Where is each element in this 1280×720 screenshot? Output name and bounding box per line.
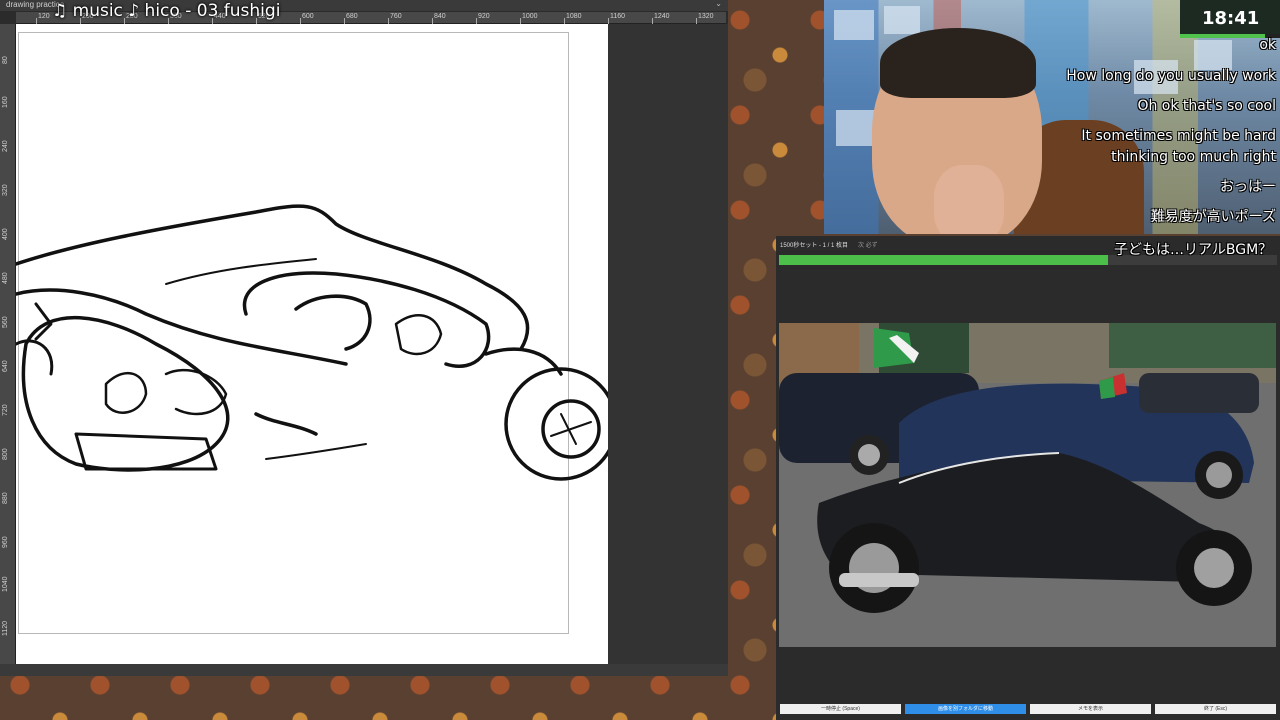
- ruler-label: 800: [2, 448, 9, 460]
- music-now-playing: ♫ music ♪ hico - 03 fushigi: [52, 1, 281, 21]
- streamer-hair: [880, 28, 1036, 98]
- move-image-button[interactable]: 画像を別フォルダに移動: [905, 704, 1026, 714]
- stream-stage: drawing practice ⌄ 120 200 280 360 440 520 600…: [0, 0, 1280, 720]
- chat-message: 難易度が高いポーズ: [1150, 209, 1276, 225]
- ruler-label: 160: [2, 96, 9, 108]
- reference-car-photo: [779, 323, 1276, 647]
- ruler-label: 240: [2, 140, 9, 152]
- chat-message: How long do you usually work: [1066, 68, 1276, 84]
- car-sketch: [16, 204, 608, 481]
- chat-message: ok: [1259, 37, 1276, 53]
- ruler-label: 1120: [2, 620, 9, 636]
- ruler-label: 880: [2, 492, 9, 504]
- ruler-label: 1040: [2, 576, 9, 592]
- ruler-label: 560: [2, 316, 9, 328]
- reference-photo: [779, 323, 1276, 647]
- ruler-label: 120: [38, 13, 50, 20]
- ruler-label: 680: [346, 13, 358, 20]
- ruler-label: 920: [478, 13, 490, 20]
- ruler-label: 1320: [698, 13, 714, 20]
- timer-progress-fill: [1180, 34, 1265, 38]
- canvas-area[interactable]: [16, 24, 728, 664]
- chat-overlay-message: 子どもは…リアルBGM？: [1114, 242, 1273, 258]
- ruler-label: 320: [2, 184, 9, 196]
- show-memo-button[interactable]: メモを表示: [1030, 704, 1151, 714]
- ruler-label: 1160: [610, 13, 626, 20]
- reference-button-bar: 一時停止 (Space) 画像を別フォルダに移動 メモを表示 終了 (Esc): [776, 704, 1280, 716]
- exit-button[interactable]: 終了 (Esc): [1155, 704, 1276, 714]
- ruler-label: 600: [302, 13, 314, 20]
- ruler-label: 480: [2, 272, 9, 284]
- ruler-label: 760: [390, 13, 402, 20]
- chat-message: Oh ok that's so cool: [1137, 98, 1276, 114]
- ruler-label: 400: [2, 228, 9, 240]
- ruler-label: 1080: [566, 13, 582, 20]
- left-ruler: 80 160 240 320 400 480 560 640 720 800 880 960 1040 1…: [0, 24, 16, 664]
- ruler-label: 840: [434, 13, 446, 20]
- drawing-canvas[interactable]: [16, 24, 608, 664]
- reference-next-label[interactable]: 次 必ず: [858, 240, 878, 249]
- chat-message: It sometimes might be hard: [1081, 128, 1276, 144]
- reference-progress-fill: [779, 255, 1108, 265]
- pause-button[interactable]: 一時停止 (Space): [780, 704, 901, 714]
- streamer-hand: [934, 165, 1004, 234]
- chat-message: おっはー: [1220, 179, 1276, 195]
- drawing-app-window: drawing practice ⌄ 120 200 280 360 440 520 600…: [0, 0, 728, 676]
- reference-status: 1500秒セット - 1 / 1 枚目: [780, 243, 849, 249]
- ruler-label: 80: [2, 56, 9, 64]
- ruler-label: 1000: [522, 13, 538, 20]
- ruler-label: 720: [2, 404, 9, 416]
- horizontal-scrollbar[interactable]: [0, 664, 728, 676]
- chat-message: thinking too much right: [1111, 149, 1276, 165]
- ruler-label: 640: [2, 360, 9, 372]
- ruler-label: 1240: [654, 13, 670, 20]
- ruler-label: 960: [2, 536, 9, 548]
- chevron-down-icon[interactable]: ⌄: [715, 0, 722, 8]
- timer-time: 18:41: [1202, 8, 1260, 29]
- reference-viewer: 1500秒セット - 1 / 1 枚目 次 必ず 一時停止 (Space) 画像…: [776, 236, 1280, 720]
